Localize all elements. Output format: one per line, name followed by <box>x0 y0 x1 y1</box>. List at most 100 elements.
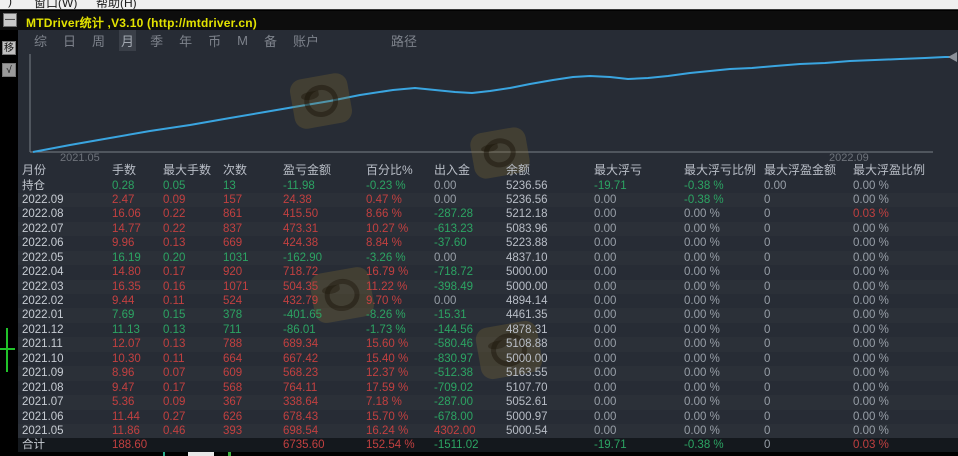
value-cell: -287.28 <box>430 207 502 221</box>
crosshair-marker <box>0 328 16 372</box>
move-tool-button[interactable]: 移 <box>2 41 16 55</box>
value-cell: 4461.35 <box>502 308 590 322</box>
table-row[interactable]: 2021.1112.070.13788689.3415.60 %-580.465… <box>18 337 958 351</box>
month-cell: 2022.02 <box>18 294 108 308</box>
tab-周[interactable]: 周 <box>90 30 107 51</box>
value-cell: 0.00 % <box>849 294 958 308</box>
value-cell: 0.00 <box>430 294 502 308</box>
value-cell: -19.71 <box>590 179 680 193</box>
value-cell: 0 <box>760 193 849 207</box>
value-cell: 0.00 % <box>680 323 760 337</box>
value-cell: 14.80 <box>108 265 159 279</box>
value-cell: 0.00 <box>590 236 680 250</box>
table-row[interactable]: 2021.089.470.17568764.1117.59 %-709.0251… <box>18 381 958 395</box>
table-row[interactable]: 2021.098.960.07609568.2312.37 %-512.3851… <box>18 366 958 380</box>
table-row[interactable]: 2021.0611.440.27626678.4315.70 %-678.005… <box>18 410 958 424</box>
table-row[interactable]: 持仓0.280.0513-11.98-0.23 %0.005236.56-19.… <box>18 179 958 193</box>
table-row[interactable]: 2021.075.360.09367338.647.18 %-287.00505… <box>18 395 958 409</box>
tab-综[interactable]: 综 <box>32 30 49 51</box>
path-label[interactable]: 路径 <box>391 31 417 50</box>
value-cell: 12.07 <box>108 337 159 351</box>
value-cell: 0.00 <box>590 251 680 265</box>
month-cell: 2021.11 <box>18 337 108 351</box>
value-cell: 4837.10 <box>502 251 590 265</box>
value-cell: 0.00 <box>590 352 680 366</box>
value-cell: 0.16 <box>159 280 219 294</box>
check-tool-button[interactable]: √ <box>2 63 16 77</box>
table-row[interactable]: 2022.029.440.11524432.799.70 %0.004894.1… <box>18 294 958 308</box>
value-cell: 0.00 % <box>680 236 760 250</box>
value-cell: -287.00 <box>430 395 502 409</box>
value-cell: 0.00 <box>590 280 680 294</box>
value-cell: 0.00 <box>590 193 680 207</box>
value-cell: 0.00 <box>590 410 680 424</box>
table-row[interactable]: 2022.0316.350.161071504.3511.22 %-398.49… <box>18 280 958 294</box>
value-cell: 0.00 % <box>680 222 760 236</box>
value-cell: 17.59 % <box>362 381 430 395</box>
value-cell: 0.00 % <box>680 395 760 409</box>
value-cell: 711 <box>219 323 279 337</box>
table-row[interactable]: 2021.1211.130.13711-86.01-1.73 %-144.564… <box>18 323 958 337</box>
value-cell: 5000.00 <box>502 352 590 366</box>
value-cell: 7.69 <box>108 308 159 322</box>
value-cell: 5.36 <box>108 395 159 409</box>
value-cell: 12.37 % <box>362 366 430 380</box>
tab-年[interactable]: 年 <box>177 30 194 51</box>
table-header-row: 月份手数最大手数次数盈亏金额百分比%出入金余额最大浮亏最大浮亏比例最大浮盈金额最… <box>18 163 958 179</box>
value-cell: 0.13 <box>159 337 219 351</box>
month-cell: 2021.09 <box>18 366 108 380</box>
tab-账户[interactable]: 账户 <box>291 30 321 51</box>
table-row[interactable]: 2022.092.470.0915724.380.47 %0.005236.56… <box>18 193 958 207</box>
value-cell: 378 <box>219 308 279 322</box>
tab-月[interactable]: 月 <box>119 30 136 51</box>
value-cell: 0.00 % <box>680 251 760 265</box>
table-row[interactable]: 2022.0714.770.22837473.3110.27 %-613.235… <box>18 222 958 236</box>
value-cell: 0.00 % <box>680 381 760 395</box>
value-cell: 0.00 % <box>849 410 958 424</box>
value-cell: 5000.54 <box>502 424 590 438</box>
value-cell: 0 <box>760 280 849 294</box>
value-cell: -613.23 <box>430 222 502 236</box>
tab-M[interactable]: M <box>235 32 250 49</box>
value-cell: 669 <box>219 236 279 250</box>
value-cell: 0 <box>760 265 849 279</box>
month-cell: 2022.06 <box>18 236 108 250</box>
value-cell: 0.00 <box>590 207 680 221</box>
table-row[interactable]: 2022.0816.060.22861415.508.66 %-287.2852… <box>18 207 958 221</box>
table-row[interactable]: 2022.0516.190.201031-162.90-3.26 %0.0048… <box>18 251 958 265</box>
value-cell: 0.00 <box>590 265 680 279</box>
column-header: 百分比% <box>362 163 430 179</box>
menu-item-help[interactable]: 帮助(H) <box>96 0 137 10</box>
value-cell: 0.00 <box>590 308 680 322</box>
table-row[interactable]: 2022.017.690.15378-401.65-8.26 %-15.3144… <box>18 308 958 322</box>
tab-备[interactable]: 备 <box>262 30 279 51</box>
value-cell: 16.24 % <box>362 424 430 438</box>
table-row[interactable]: 2021.0511.860.46393698.5416.24 %4302.005… <box>18 424 958 438</box>
value-cell: 157 <box>219 193 279 207</box>
taskbar-fragment <box>188 452 214 456</box>
tab-币[interactable]: 币 <box>206 30 223 51</box>
value-cell: 0.47 % <box>362 193 430 207</box>
value-cell: 473.31 <box>279 222 362 236</box>
value-cell: 0.00 % <box>680 424 760 438</box>
value-cell: 11.44 <box>108 410 159 424</box>
value-cell: 367 <box>219 395 279 409</box>
value-cell: 0 <box>760 395 849 409</box>
table-row[interactable]: 2022.0414.800.17920718.7216.79 %-718.725… <box>18 265 958 279</box>
value-cell: 0 <box>760 381 849 395</box>
value-cell: -37.60 <box>430 236 502 250</box>
month-cell: 2022.03 <box>18 280 108 294</box>
menu-item-window[interactable]: 窗口(W) <box>34 0 77 10</box>
value-cell: 0.15 <box>159 308 219 322</box>
table-row[interactable]: 2021.1010.300.11664667.4215.40 %-830.975… <box>18 352 958 366</box>
value-cell: 0.00 <box>590 366 680 380</box>
value-cell: -0.23 % <box>362 179 430 193</box>
column-header: 次数 <box>219 163 279 179</box>
minimize-button[interactable]: — <box>3 13 17 27</box>
value-cell: -0.38 % <box>680 179 760 193</box>
tab-季[interactable]: 季 <box>148 30 165 51</box>
value-cell: 15.60 % <box>362 337 430 351</box>
value-cell: 8.66 % <box>362 207 430 221</box>
table-row[interactable]: 2022.069.960.13669424.388.84 %-37.605223… <box>18 236 958 250</box>
tab-日[interactable]: 日 <box>61 30 78 51</box>
